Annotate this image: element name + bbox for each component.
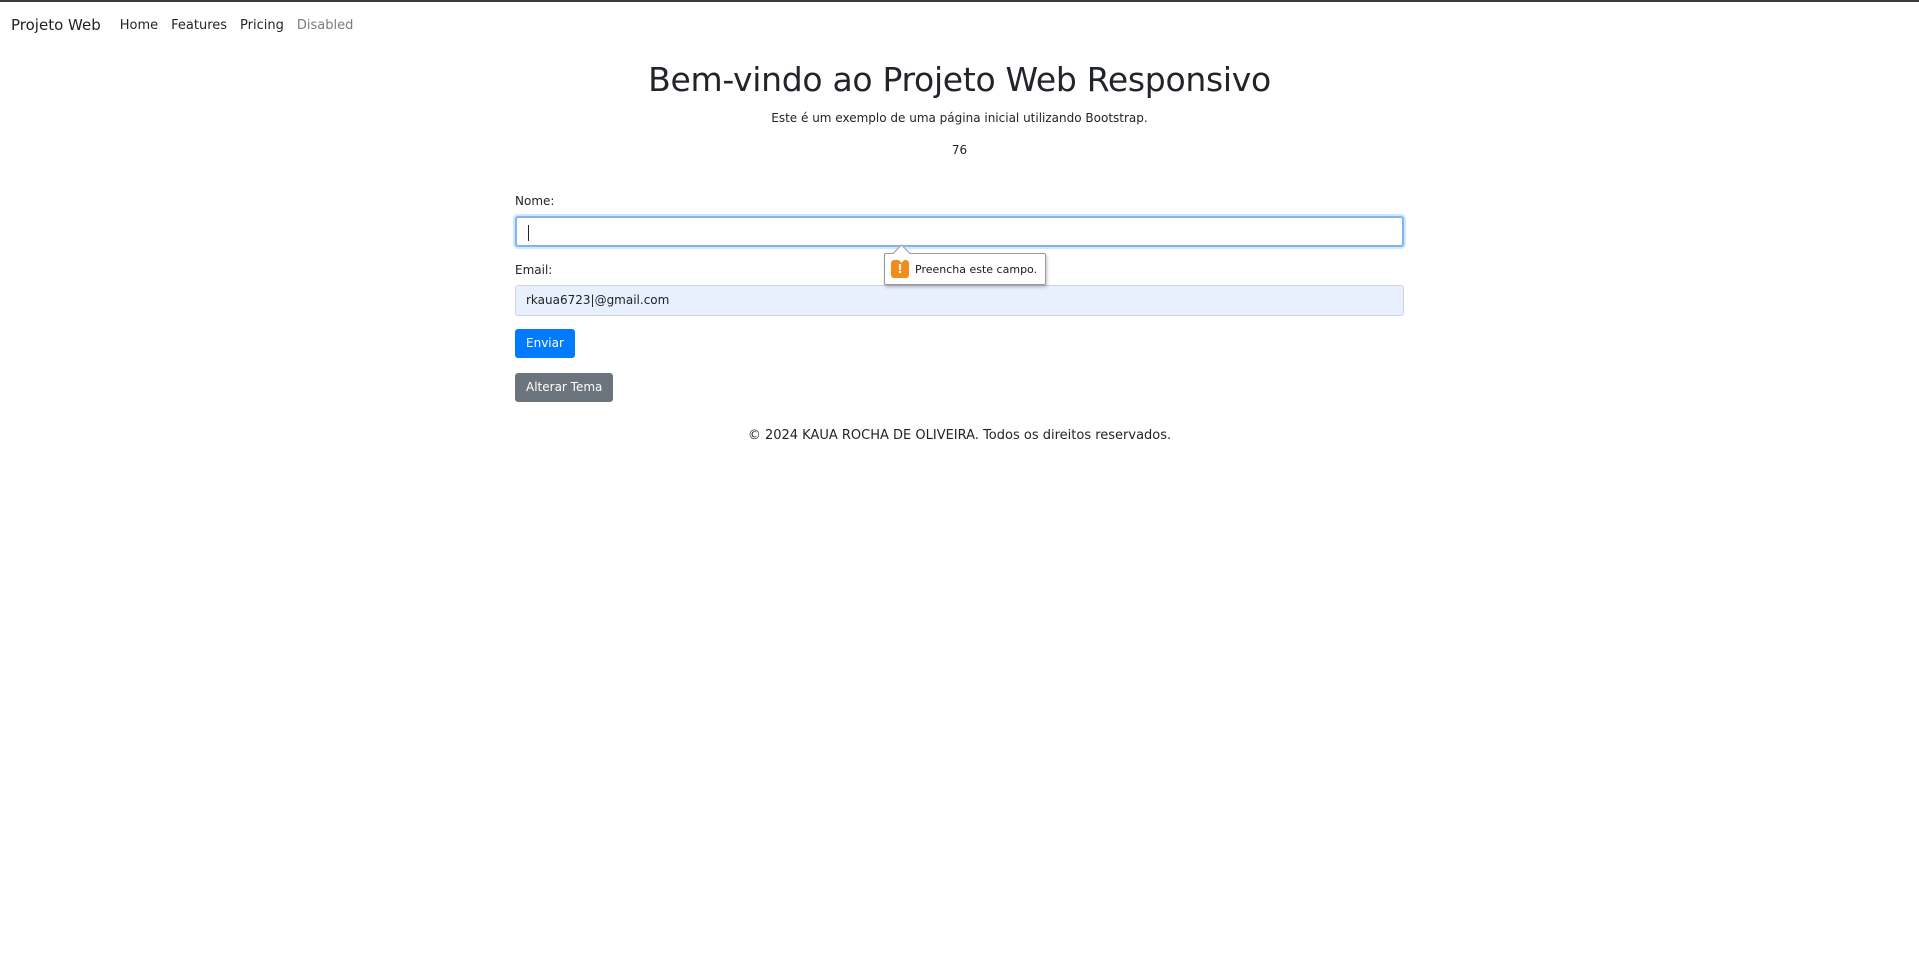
counter-value: 76 [951,143,968,157]
nav-link-disabled: Disabled [296,17,354,33]
email-input[interactable]: rkaua6723|@gmail.com [515,285,1404,316]
nome-input[interactable] [515,216,1404,247]
nav-link-pricing[interactable]: Pricing [240,18,284,33]
submit-button[interactable]: Enviar [515,329,575,358]
navbar-brand[interactable]: Projeto Web [11,16,101,34]
email-label: Email: [515,263,553,277]
nav-links: Home Features Pricing Disabled [120,18,354,33]
page-subtitle: Este é um exemplo de uma página inicial … [771,111,1148,125]
navbar: Projeto Web Home Features Pricing Disabl… [0,2,1919,48]
toggle-theme-button[interactable]: Alterar Tema [515,373,614,402]
warning-icon: ! [891,260,909,278]
email-input-value: rkaua6723|@gmail.com [526,293,670,307]
footer-copyright: © 2024 KAUA ROCHA DE OLIVEIRA. Todos os … [747,428,1172,443]
validation-message: Preencha este campo. [915,262,1038,276]
text-caret [528,225,529,241]
nav-link-home[interactable]: Home [120,18,158,33]
nav-link-features[interactable]: Features [171,18,227,33]
page-title: Bem-vindo ao Projeto Web Responsivo [648,60,1271,99]
nome-label: Nome: [515,194,555,208]
validation-tooltip: ! Preencha este campo. [884,244,1047,285]
